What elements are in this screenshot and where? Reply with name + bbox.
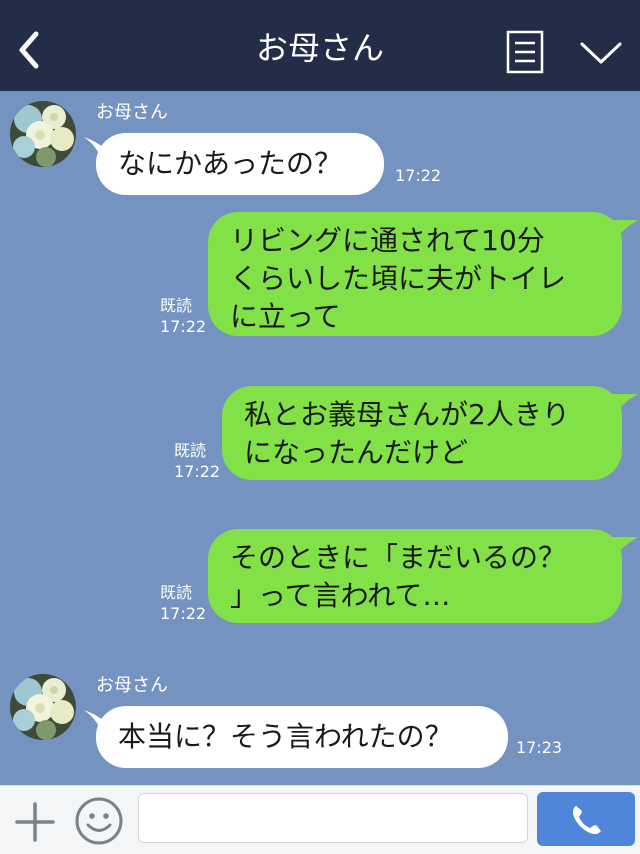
message-text: そのときに「まだいるの？ 」って言われて… xyxy=(230,541,567,612)
message-time: 17:22 xyxy=(160,604,207,623)
message-text: リビングに通されて10分 くらいした頃に夫がトイレ に立って xyxy=(230,224,567,333)
message-text: なにかあったの？ xyxy=(118,147,343,180)
message-time: 17:23 xyxy=(516,738,563,757)
message-composer xyxy=(0,785,640,854)
message-meta: 既読 17:22 xyxy=(160,582,206,624)
call-button[interactable] xyxy=(537,792,635,846)
sender-name: お母さん xyxy=(96,675,168,696)
bubble-tail xyxy=(606,220,638,242)
chevron-down-icon xyxy=(580,42,622,64)
message-time: 17:22 xyxy=(395,166,442,185)
flower-bouquet-icon xyxy=(10,674,76,740)
avatar[interactable] xyxy=(10,674,76,740)
message-bubble[interactable]: 私とお義母さんが2人きり になったんだけど xyxy=(222,386,622,480)
message-text: 本当に？そう言われたの？ xyxy=(118,720,453,753)
emoji-button[interactable] xyxy=(74,796,124,846)
message-meta: 既読 17:22 xyxy=(160,295,206,337)
expand-button[interactable] xyxy=(578,36,624,70)
message-bubble[interactable]: 本当に？そう言われたの？ xyxy=(96,706,508,768)
message-bubble[interactable]: リビングに通されて10分 くらいした頃に夫がトイレ に立って xyxy=(208,212,622,336)
chat-title: お母さん xyxy=(255,29,384,67)
message-time: 17:22 xyxy=(160,317,207,336)
message-time: 17:22 xyxy=(174,462,221,481)
message-meta: 既読 17:22 xyxy=(174,440,220,482)
message-text: 私とお義母さんが2人きり になったんだけど xyxy=(244,398,570,469)
avatar[interactable] xyxy=(10,101,76,167)
add-attachment-button[interactable] xyxy=(12,800,58,844)
bubble-tail xyxy=(606,394,638,416)
chat-area[interactable]: お母さん なにかあったの？ 17:22 既読 17:22 リビングに通されて10… xyxy=(0,91,640,785)
bubble-tail xyxy=(606,537,638,559)
chat-header: お母さん xyxy=(0,0,640,91)
phone-icon xyxy=(572,806,601,835)
flower-bouquet-icon xyxy=(10,101,76,167)
sender-name: お母さん xyxy=(96,102,168,123)
read-receipt: 既読 xyxy=(160,296,193,315)
message-bubble[interactable]: そのときに「まだいるの？ 」って言われて… xyxy=(208,529,622,623)
message-input[interactable] xyxy=(138,793,528,843)
menu-button[interactable] xyxy=(506,30,544,74)
read-receipt: 既読 xyxy=(160,583,193,602)
plus-icon xyxy=(15,802,55,842)
smiley-icon xyxy=(75,797,123,845)
message-bubble[interactable]: なにかあったの？ xyxy=(96,133,384,195)
read-receipt: 既読 xyxy=(174,441,207,460)
list-icon xyxy=(506,30,544,74)
